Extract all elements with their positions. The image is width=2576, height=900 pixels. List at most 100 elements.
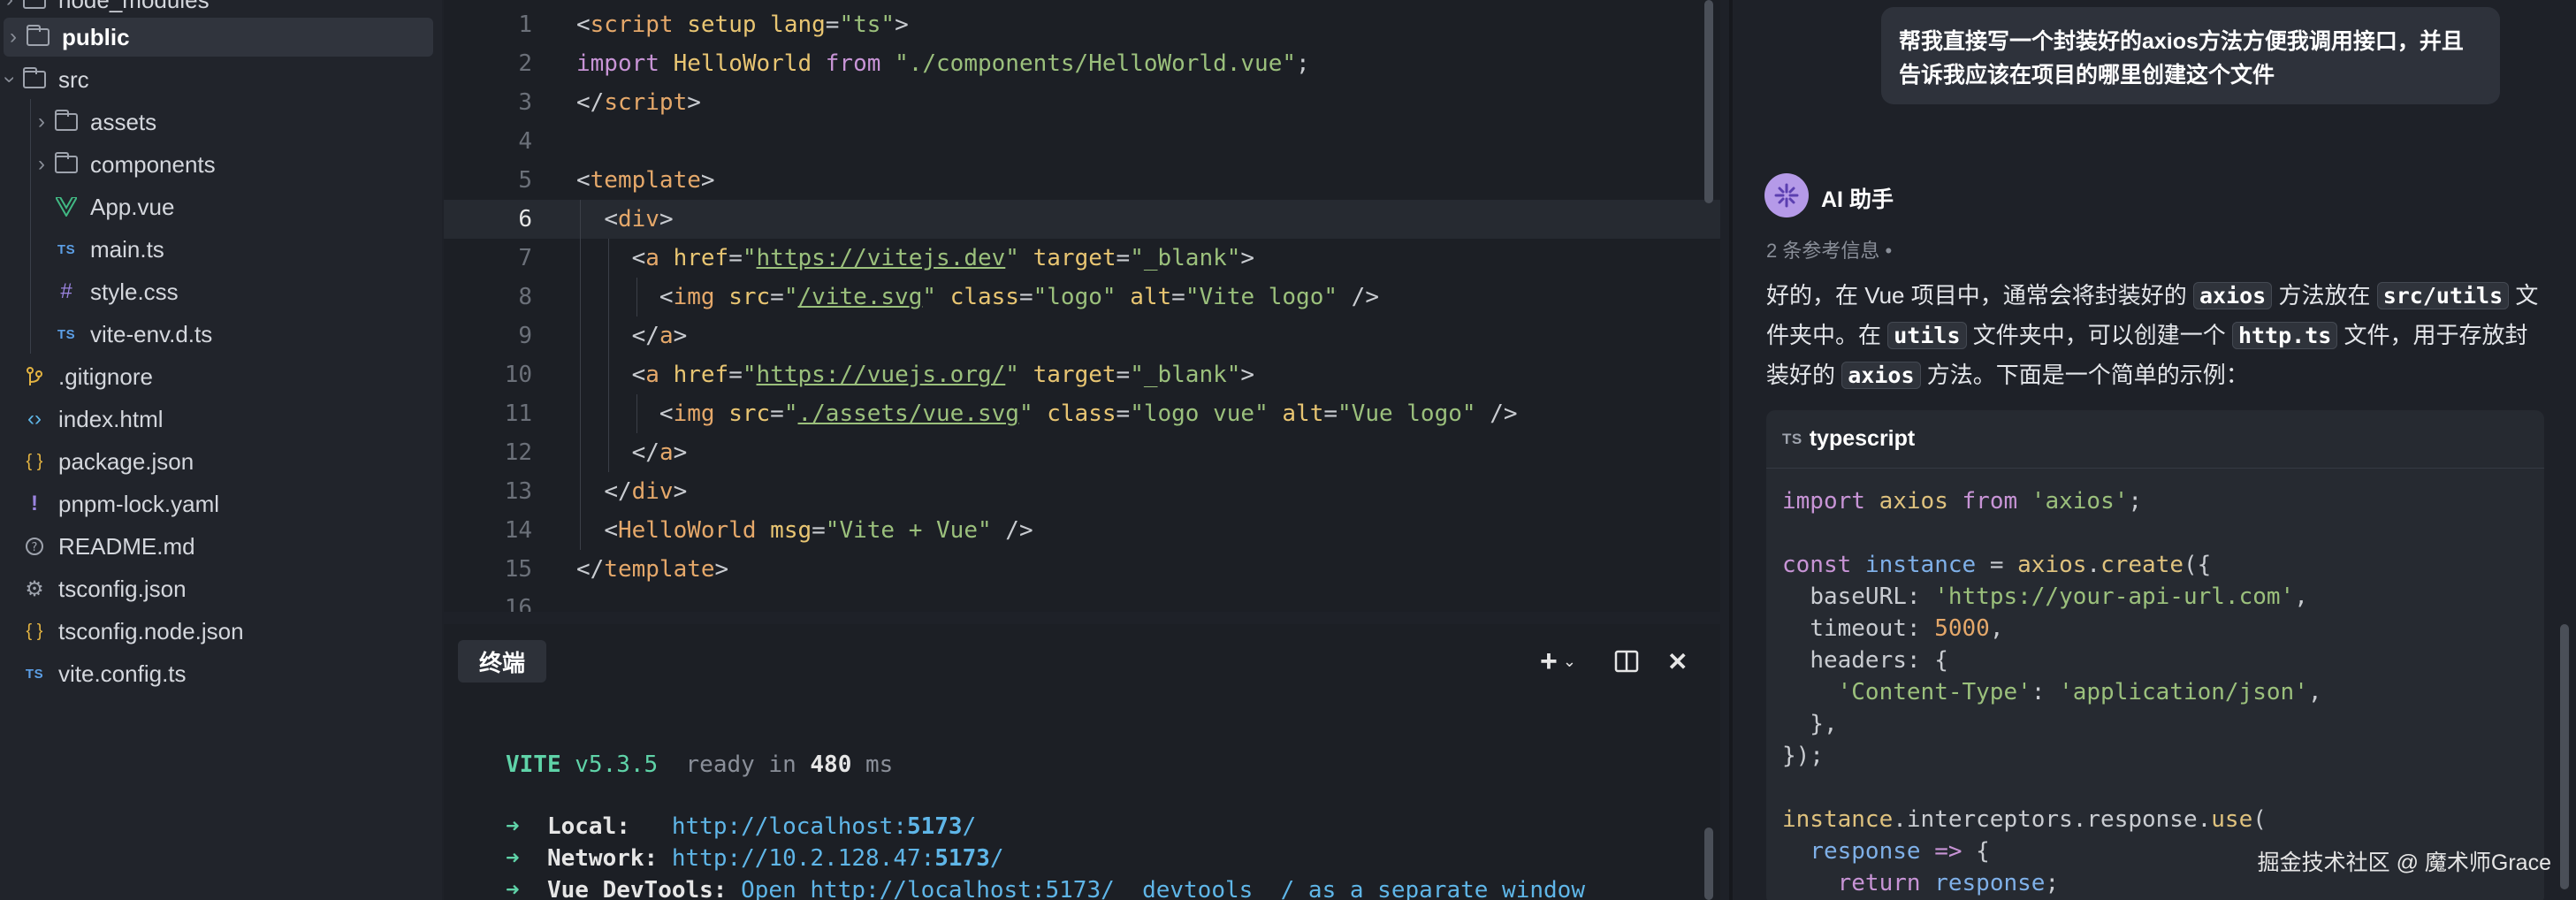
tree-item-src[interactable]: › src: [0, 60, 433, 99]
tree-item-public[interactable]: › public: [4, 18, 433, 57]
terminal-panel[interactable]: 终端 + ⌄ ✕ VITE v5.3.5 ready in 480 ms ➜ L…: [444, 624, 1720, 900]
tree-item-node-modules[interactable]: › node_modules: [0, 0, 433, 19]
typescript-icon: TS: [25, 666, 44, 682]
code-text: </div>: [604, 478, 688, 505]
local-url-link[interactable]: http://localhost:5173/: [672, 813, 976, 840]
code-line: });: [1782, 743, 1824, 769]
code-line-current[interactable]: 6 <div>: [444, 200, 1720, 239]
line-number: 8: [518, 284, 532, 310]
tree-item-label: assets: [90, 108, 157, 135]
tree-item-components[interactable]: › components: [32, 145, 433, 184]
tree-item-style-css[interactable]: # style.css: [32, 272, 433, 311]
tree-item-package-json[interactable]: { } package.json: [0, 442, 433, 481]
inline-code: utils: [1887, 322, 1967, 349]
assistant-answer: 好的，在 Vue 项目中，通常会将封装好的 axios 方法放在 src/uti…: [1766, 282, 2539, 389]
ai-avatar: [1764, 173, 1809, 217]
code-line[interactable]: 2 import HelloWorld from "./components/H…: [444, 44, 1720, 83]
tab-terminal[interactable]: 终端: [458, 640, 547, 683]
code-line[interactable]: 13 </div>: [444, 472, 1720, 511]
line-number: 6: [518, 206, 532, 233]
code-text: <img src="./assets/vue.svg" class="logo …: [659, 400, 1518, 427]
typescript-icon: TS: [57, 241, 76, 257]
tree-item-tsconfig[interactable]: ⚙ tsconfig.json: [0, 569, 433, 608]
line-number: 11: [504, 400, 532, 427]
code-text: <div>: [604, 206, 674, 233]
exclamation-icon: !: [31, 492, 38, 515]
line-number: 14: [504, 517, 532, 544]
svg-text:?: ?: [32, 541, 38, 554]
code-line[interactable]: 4: [444, 122, 1720, 161]
tree-item-gitignore[interactable]: .gitignore: [0, 357, 433, 396]
line-number: 7: [518, 245, 532, 271]
code-line[interactable]: 11 <img src="./assets/vue.svg" class="lo…: [444, 394, 1720, 433]
tree-item-label: node_modules: [58, 0, 210, 14]
code-text: <template>: [576, 167, 715, 194]
tree-item-app-vue[interactable]: App.vue: [32, 187, 433, 226]
line-number: 5: [518, 167, 532, 194]
code-text: </template>: [576, 556, 729, 583]
tree-item-vite-config[interactable]: TS vite.config.ts: [0, 654, 433, 693]
terminal-network: ➜ Network: http://10.2.128.47:5173/: [506, 845, 1004, 872]
code-line: 'Content-Type': 'application/json',: [1837, 679, 2322, 706]
vue-icon: [51, 197, 81, 217]
tree-item-main-ts[interactable]: TS main.ts: [32, 230, 433, 269]
code-line[interactable]: 16: [444, 589, 1720, 612]
code-line[interactable]: 1 <script setup lang="ts">: [444, 5, 1720, 44]
chevron-right-icon: ›: [0, 0, 19, 12]
code-text: <script setup lang="ts">: [576, 11, 909, 38]
tree-item-pnpm-lock[interactable]: ! pnpm-lock.yaml: [0, 484, 433, 523]
tree-item-label: style.css: [90, 278, 179, 305]
code-line: import axios from 'axios';: [1782, 488, 2143, 515]
terminal-scrollbar[interactable]: [1704, 828, 1713, 900]
references-toggle[interactable]: 2 条参考信息 •: [1766, 235, 1892, 263]
line-number: 3: [518, 89, 532, 116]
code-line[interactable]: 5 <template>: [444, 161, 1720, 200]
chevron-right-icon: ›: [38, 110, 45, 133]
git-icon: [19, 366, 50, 387]
line-number: 9: [518, 323, 532, 349]
typescript-icon: TS: [1782, 430, 1802, 447]
chat-scrollbar[interactable]: [2560, 624, 2569, 889]
tree-item-label: index.html: [58, 405, 164, 432]
code-line: instance.interceptors.response.use(: [1782, 806, 2267, 833]
code-line[interactable]: 9 </a>: [444, 317, 1720, 355]
code-line[interactable]: 14 <HelloWorld msg="Vite + Vue" />: [444, 511, 1720, 550]
close-terminal-button[interactable]: ✕: [1667, 642, 1688, 681]
code-text: </script>: [576, 89, 701, 116]
code-line[interactable]: 12 </a>: [444, 433, 1720, 472]
code-line[interactable]: 8 <img src="/vite.svg" class="logo" alt=…: [444, 278, 1720, 317]
split-terminal-button[interactable]: [1614, 642, 1639, 681]
tree-item-assets[interactable]: › assets: [32, 103, 433, 141]
terminal-vite-ready: VITE v5.3.5 ready in 480 ms: [506, 751, 894, 778]
inline-code: src/utils: [2376, 282, 2510, 309]
tree-item-tsconfig-node[interactable]: { } tsconfig.node.json: [0, 612, 433, 651]
code-text: </a>: [631, 323, 688, 349]
folder-icon: [19, 67, 50, 88]
code-line[interactable]: 7 <a href="https://vitejs.dev" target="_…: [444, 239, 1720, 278]
code-line: headers: {: [1810, 647, 1948, 674]
sparkle-icon: [1774, 183, 1799, 208]
code-line[interactable]: 15 </template>: [444, 550, 1720, 589]
close-icon: ✕: [1667, 647, 1688, 675]
code-line[interactable]: 10 <a href="https://vuejs.org/" target="…: [444, 355, 1720, 394]
new-terminal-button[interactable]: + ⌄: [1540, 642, 1576, 681]
src-children: › assets › components App.vue TS main.ts…: [30, 99, 442, 354]
chevron-right-icon: ›: [38, 152, 45, 176]
hash-icon: #: [60, 279, 72, 303]
inline-code: http.ts: [2231, 322, 2338, 349]
code-language: typescript: [1809, 426, 1916, 451]
code-editor[interactable]: 1 <script setup lang="ts"> 2 import Hell…: [444, 0, 1720, 612]
tree-item-label: main.ts: [90, 235, 164, 263]
code-text: <HelloWorld msg="Vite + Vue" />: [604, 517, 1033, 544]
file-explorer: › node_modules › public › src › assets ›…: [0, 0, 442, 900]
code-line[interactable]: 3 </script>: [444, 83, 1720, 122]
tree-item-index-html[interactable]: ‹› index.html: [0, 400, 433, 439]
network-url-link[interactable]: http://10.2.128.47:5173/: [672, 845, 1004, 872]
code-line: return response;: [1837, 870, 2060, 896]
code-block[interactable]: TS typescript import axios from 'axios';…: [1766, 410, 2544, 900]
editor-scrollbar[interactable]: [1704, 0, 1713, 203]
tree-item-vite-env[interactable]: TS vite-env.d.ts: [32, 315, 433, 354]
tree-item-label: vite-env.d.ts: [90, 320, 213, 347]
tree-item-readme[interactable]: ? README.md: [0, 527, 433, 566]
tree-item-label: components: [90, 150, 216, 178]
